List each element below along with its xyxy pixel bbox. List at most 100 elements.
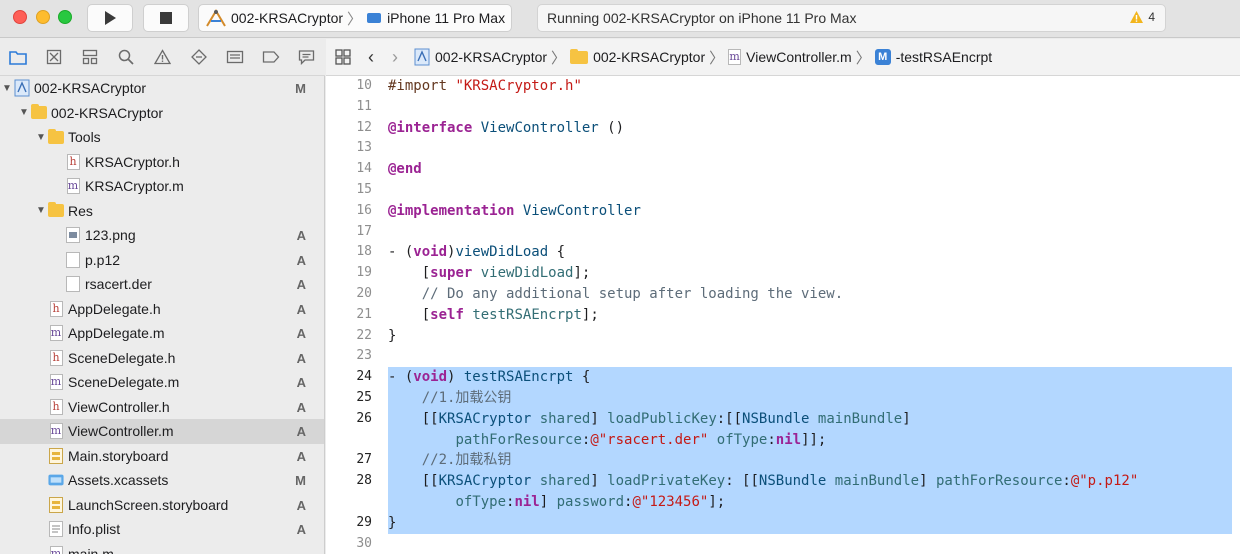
navigator-item[interactable]: ▼ Tools [0, 125, 324, 150]
code-token: ViewController [522, 202, 641, 219]
test-navigator-tab[interactable] [181, 49, 217, 65]
line-number: 21 [356, 306, 372, 322]
breakpoint-navigator-tab[interactable] [253, 50, 289, 64]
window-close-button[interactable] [13, 10, 27, 24]
code-line[interactable]: 27 //2.加载私钥 [326, 450, 1240, 472]
code-text: //2.加载私钥 [388, 450, 1232, 472]
navigator-item[interactable]: m AppDelegate.m A [0, 321, 324, 346]
code-token: [[ [388, 473, 439, 490]
symbol-navigator-tab[interactable] [72, 49, 108, 65]
line-number: 16 [356, 202, 372, 218]
navigator-item[interactable]: h AppDelegate.h A [0, 297, 324, 322]
navigator-item[interactable]: 123.png A [0, 223, 324, 248]
code-token: nil [514, 493, 540, 510]
code-line[interactable]: 26 [[KRSACryptor shared] loadPublicKey:[… [326, 408, 1240, 430]
code-line[interactable]: 16 @implementation ViewController [326, 201, 1240, 222]
code-token: ViewController [480, 119, 599, 136]
code-line[interactable]: 20 // Do any additional setup after load… [326, 284, 1240, 305]
stop-button[interactable] [143, 4, 189, 32]
folder-icon [48, 128, 64, 145]
navigator-item[interactable]: ▼ Res [0, 199, 324, 224]
jump-bar-project-label: 002-KRSACryptor [435, 49, 548, 65]
code-line[interactable]: 24 - (void) testRSAEncrpt { [326, 367, 1240, 388]
objc-m-file-icon: m [49, 423, 63, 440]
code-token: password [556, 493, 625, 510]
debug-navigator-tab[interactable] [217, 49, 253, 65]
code-token: ofType [455, 493, 507, 510]
issue-navigator-tab[interactable] [144, 49, 180, 65]
related-items-grid-icon[interactable] [334, 48, 352, 66]
code-token: #import [388, 78, 456, 94]
report-navigator-tab[interactable] [289, 49, 325, 65]
navigator-item[interactable]: p.p12 A [0, 248, 324, 273]
code-line[interactable]: 13 [326, 138, 1240, 159]
navigator-item[interactable]: h SceneDelegate.h A [0, 346, 324, 371]
navigator-item[interactable]: rsacert.der A [0, 272, 324, 297]
window-zoom-button[interactable] [58, 10, 72, 24]
navigator-item-label: AppDelegate.h [68, 300, 161, 317]
code-line[interactable]: 10 #import "KRSACryptor.h" [326, 76, 1240, 97]
code-line[interactable]: 23 [326, 346, 1240, 367]
code-line[interactable]: 29} [326, 512, 1240, 534]
code-token: { [548, 244, 566, 261]
navigator-item-label: KRSACryptor.h [85, 153, 180, 170]
navigator-item[interactable]: Assets.xcassets M [0, 468, 324, 493]
code-line[interactable]: ofType:nil] password:@"123456"]; [326, 491, 1240, 513]
code-line[interactable]: 11 [326, 97, 1240, 118]
code-line[interactable]: 28 [[KRSACryptor shared] loadPrivateKey:… [326, 471, 1240, 492]
navigator-item[interactable]: Info.plist A [0, 517, 324, 542]
jump-bar-group[interactable]: 002-KRSACryptor [570, 48, 706, 65]
run-button[interactable] [87, 4, 133, 32]
disclosure-triangle-icon[interactable]: ▼ [34, 205, 48, 216]
code-line[interactable]: 12 @interface ViewController () [326, 118, 1240, 139]
code-line[interactable]: 14 @end [326, 159, 1240, 180]
code-line[interactable]: 22} [326, 326, 1240, 347]
window-minimize-button[interactable] [36, 10, 50, 24]
disclosure-triangle-icon[interactable]: ▼ [34, 132, 48, 143]
disclosure-triangle-icon[interactable]: ▼ [0, 83, 14, 94]
code-line[interactable]: 18 - (void)viewDidLoad { [326, 242, 1240, 263]
code-line[interactable]: pathForResource:@"rsacert.der" ofType:ni… [326, 429, 1240, 451]
code-line[interactable]: 25 //1.加载公钥 [326, 387, 1240, 409]
code-line[interactable]: 15 [326, 180, 1240, 201]
jump-bar-group-label: 002-KRSACryptor [593, 49, 706, 65]
document-file-icon [65, 276, 81, 293]
code-token: KRSACryptor [438, 473, 532, 490]
disclosure-triangle-icon[interactable]: ▼ [17, 107, 31, 118]
test-diamond-icon [190, 49, 207, 65]
navigator-item[interactable]: ▼ 002-KRSACryptor M [0, 76, 324, 101]
navigator-item[interactable]: ▼ 002-KRSACryptor [0, 101, 324, 126]
navigator-item[interactable]: m SceneDelegate.m A [0, 370, 324, 395]
scm-status-badge: A [296, 448, 306, 464]
code-line[interactable]: 17 [326, 222, 1240, 243]
code-line[interactable]: 19 [super viewDidLoad]; [326, 263, 1240, 284]
line-number: 17 [356, 223, 372, 239]
navigator-item[interactable]: m main.m [0, 542, 324, 554]
code-text: @interface ViewController () [388, 118, 1232, 139]
line-number: 25 [356, 389, 372, 405]
find-navigator-tab[interactable] [108, 49, 144, 65]
code-text: pathForResource:@"rsacert.der" ofType:ni… [388, 429, 1232, 451]
chevron-right-icon[interactable]: › [392, 47, 398, 68]
navigator-item[interactable]: h ViewController.h A [0, 395, 324, 420]
jump-bar-file[interactable]: m ViewController.m [728, 49, 852, 65]
navigator-item[interactable]: LaunchScreen.storyboard A [0, 493, 324, 518]
code-line[interactable]: 21 [self testRSAEncrpt]; [326, 305, 1240, 326]
project-navigator-tab[interactable] [0, 49, 36, 65]
jump-bar-method[interactable]: M -testRSAEncrpt [874, 49, 992, 65]
chevron-left-icon[interactable]: ‹ [368, 47, 374, 68]
warning-indicator[interactable]: 4 [1129, 10, 1155, 24]
navigator-item[interactable]: m KRSACryptor.m [0, 174, 324, 199]
navigator-item[interactable]: Main.storyboard A [0, 444, 324, 469]
navigator-item[interactable]: h KRSACryptor.h [0, 150, 324, 175]
scheme-selector[interactable]: 002-KRSACryptor 〉 iPhone 11 Pro Max [198, 4, 512, 32]
jump-bar-project[interactable]: 002-KRSACryptor [414, 48, 547, 66]
scm-status-badge: M [295, 473, 306, 488]
source-editor[interactable]: 10 #import "KRSACryptor.h" 11 12 @interface … [326, 76, 1240, 554]
code-text: - (void)viewDidLoad { [388, 242, 1232, 263]
header-file-icon: h [48, 398, 64, 415]
source-control-navigator-tab[interactable] [36, 49, 72, 65]
navigator-item[interactable]: m ViewController.m A [0, 419, 324, 444]
navigator-item-label: LaunchScreen.storyboard [68, 496, 229, 513]
